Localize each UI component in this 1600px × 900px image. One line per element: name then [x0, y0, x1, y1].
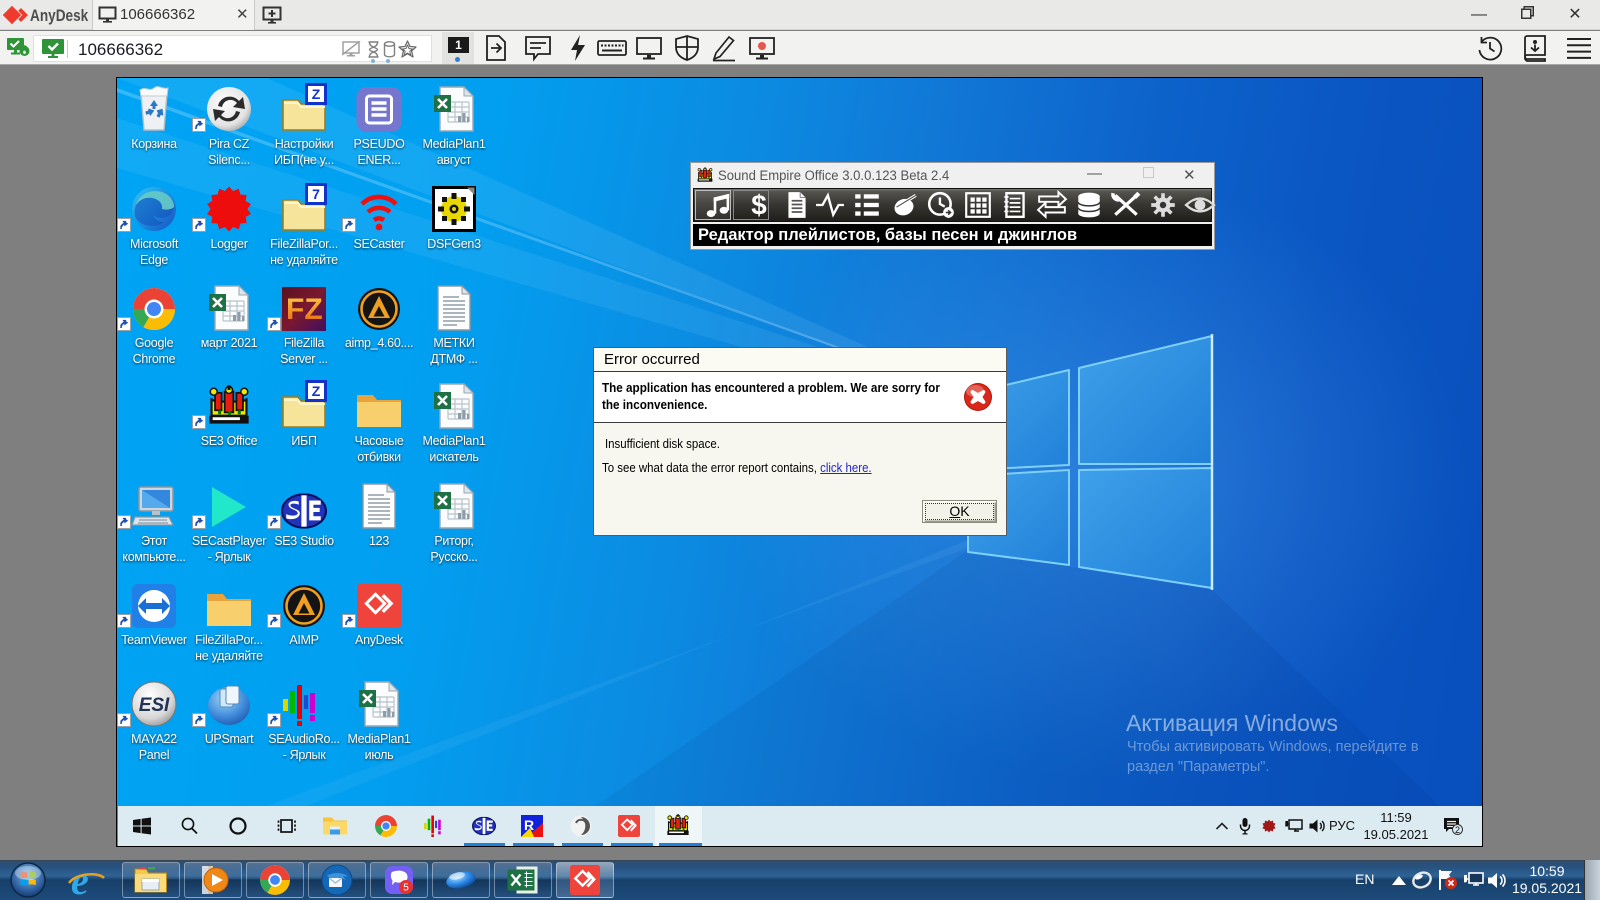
svg-text:ESI: ESI — [139, 695, 170, 716]
svg-text:2: 2 — [1455, 825, 1460, 835]
svg-text:$: $ — [751, 190, 767, 220]
svg-text:FZ: FZ — [286, 293, 323, 326]
svg-text:R: R — [524, 817, 534, 833]
